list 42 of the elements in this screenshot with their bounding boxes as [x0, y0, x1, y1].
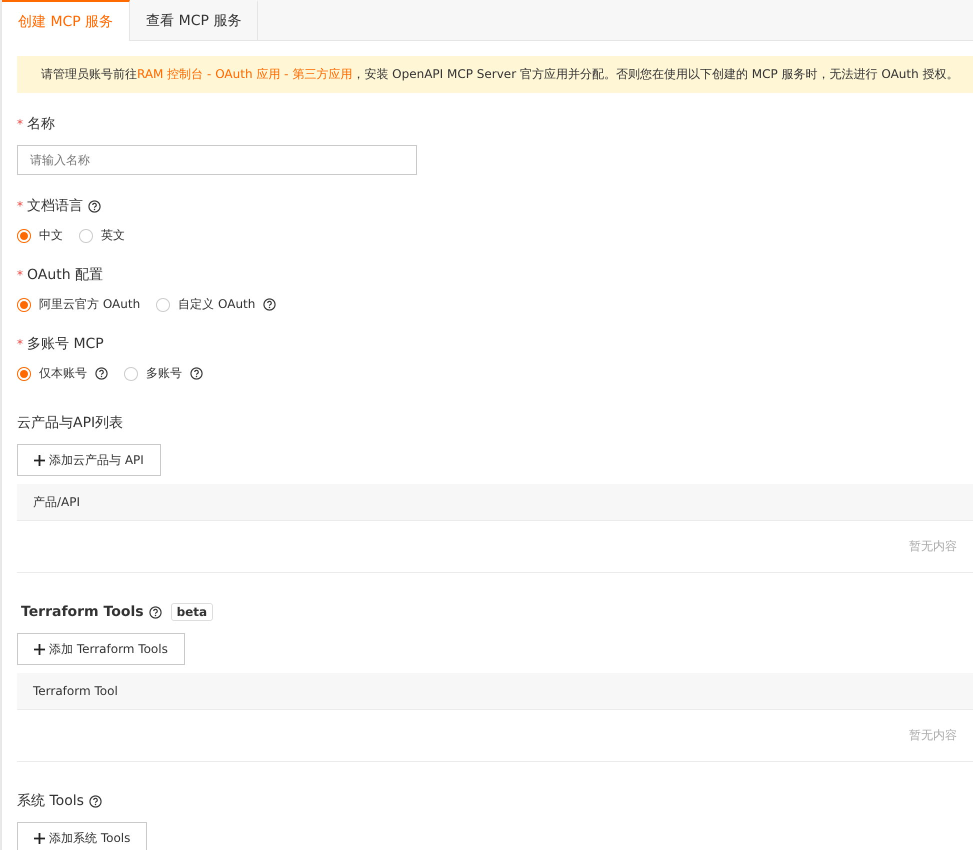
add-button[interactable]: 添加 Terraform Tools: [17, 633, 185, 665]
plus-icon: [34, 454, 45, 466]
section-title: 云产品与API列表: [17, 414, 124, 432]
help-icon[interactable]: [88, 794, 102, 808]
radio-button[interactable]: [156, 298, 170, 312]
add-button[interactable]: 添加云产品与 API: [17, 444, 161, 476]
empty-text: 暂无内容: [909, 538, 957, 555]
plus-icon: [34, 644, 45, 654]
radio-button[interactable]: [79, 228, 93, 242]
radio-label[interactable]: 多账号: [146, 365, 182, 382]
plus-icon: [34, 832, 45, 844]
field-label: OAuth 配置: [27, 266, 104, 284]
help-icon[interactable]: [88, 200, 101, 212]
radio-label[interactable]: 英文: [101, 227, 125, 244]
name-input[interactable]: 请输入名称: [17, 145, 417, 175]
warning-text: 请管理员账号前往RAM 控制台 - OAuth 应用 - 第三方应用，安装 OpenAPI MCP Server 官方应用并分配。否则您在使用以下创建的 MCP 服务时，无法进行 OAuth 授权。: [41, 66, 959, 83]
radio-button[interactable]: [124, 366, 138, 380]
radio-label[interactable]: 自定义 OAuth: [178, 296, 256, 313]
field-label: 多账号 MCP: [27, 335, 104, 353]
help-icon[interactable]: [148, 606, 162, 618]
radio-button[interactable]: [17, 366, 31, 380]
field-label: 文档语言: [27, 197, 83, 215]
table-header: Terraform Tool: [17, 673, 973, 710]
add-button[interactable]: 添加系统 Tools: [17, 822, 148, 850]
section-title: 系统 Tools: [17, 792, 84, 810]
empty-text: 暂无内容: [909, 727, 957, 744]
table-header: 产品/API: [17, 484, 973, 521]
beta-badge: beta: [170, 603, 214, 621]
radio-label[interactable]: 中文: [39, 227, 63, 244]
help-icon[interactable]: [190, 367, 203, 380]
radio-button[interactable]: [17, 228, 31, 242]
radio-label[interactable]: 仅本账号: [39, 365, 87, 382]
field-label: 名称: [27, 115, 55, 133]
section-title: Terraform Tools: [21, 604, 144, 620]
required-mark: *: [17, 117, 23, 131]
required-mark: *: [17, 337, 23, 351]
required-mark: *: [17, 268, 23, 282]
help-icon[interactable]: [95, 367, 108, 380]
help-icon[interactable]: [263, 298, 276, 311]
radio-button[interactable]: [17, 298, 31, 312]
radio-label[interactable]: 阿里云官方 OAuth: [39, 296, 140, 313]
required-mark: *: [17, 199, 23, 213]
